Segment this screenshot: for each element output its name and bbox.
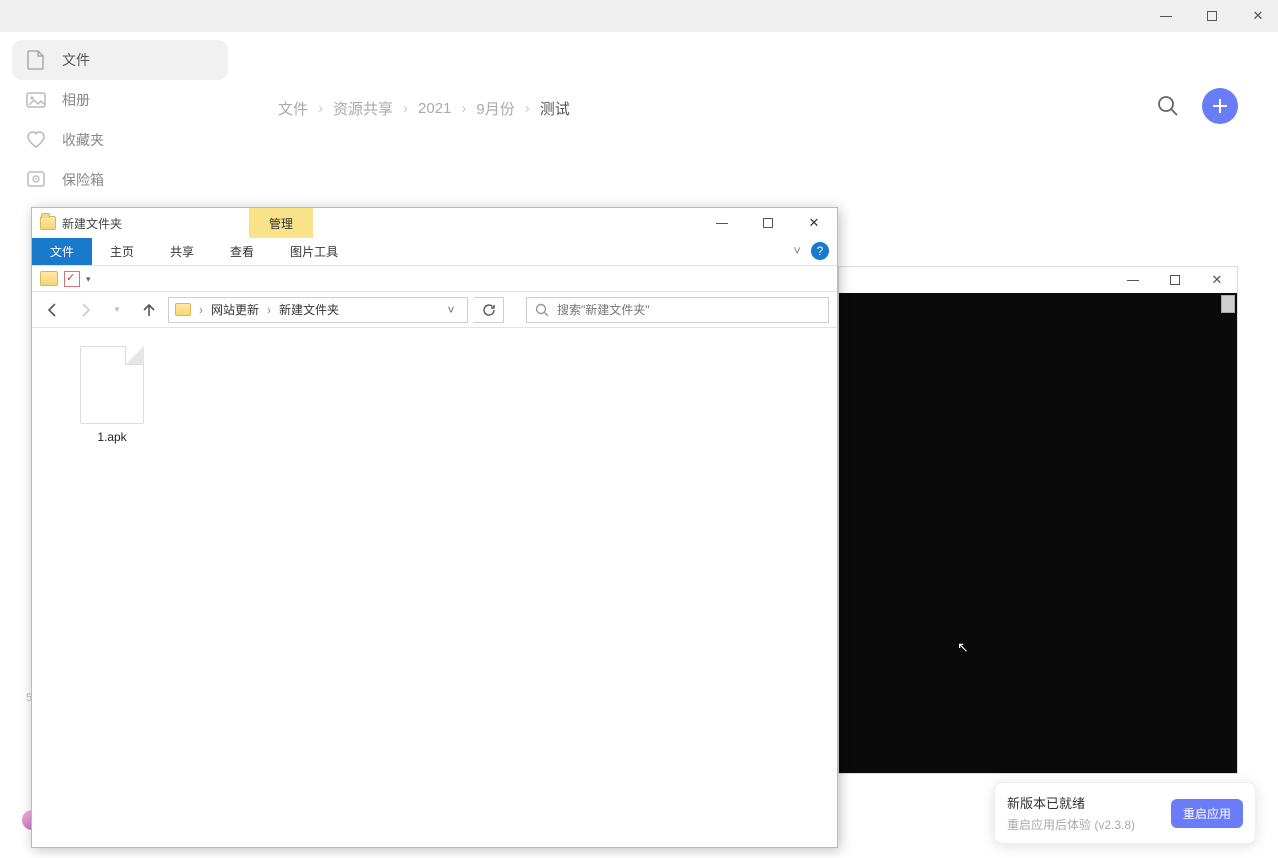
search-input[interactable] — [557, 303, 820, 317]
search-icon — [1157, 95, 1179, 117]
properties-icon[interactable] — [64, 271, 80, 287]
explorer-titlebar[interactable]: 新建文件夹 — [32, 208, 837, 238]
sidebar-item-label: 相册 — [62, 90, 90, 110]
context-tab-manage[interactable]: 管理 — [249, 208, 313, 238]
address-bar[interactable]: › 网站更新 › 新建文件夹 ˅ — [168, 297, 468, 323]
restart-app-button[interactable]: 重启应用 — [1171, 799, 1243, 828]
ribbon-collapse-button[interactable]: ˅ — [793, 243, 801, 265]
arrow-left-icon — [45, 302, 61, 318]
sidebar-item-label: 文件 — [62, 50, 90, 70]
ribbon-tab-picture-tools[interactable]: 图片工具 — [272, 238, 356, 265]
toast-title: 新版本已就绪 — [1007, 793, 1171, 812]
breadcrumb-item[interactable]: 测试 — [540, 98, 570, 119]
sidebar-item-label: 收藏夹 — [62, 130, 104, 150]
nav-back-button[interactable] — [40, 297, 66, 323]
nav-recent-dropdown[interactable]: ▾ — [104, 297, 130, 323]
terminal-minimize-button[interactable] — [1123, 270, 1143, 290]
generic-file-icon — [80, 346, 144, 424]
breadcrumb-item[interactable]: 资源共享 — [333, 98, 393, 119]
terminal-body[interactable]: ↖ — [839, 293, 1237, 773]
window-close-button[interactable] — [1246, 4, 1270, 28]
file-icon — [26, 50, 46, 70]
window-maximize-button[interactable] — [1200, 4, 1224, 28]
ribbon-tabs: 文件 主页 共享 查看 图片工具 ˅ ? — [32, 238, 837, 266]
refresh-button[interactable] — [474, 297, 504, 323]
file-area[interactable]: 1.apk — [32, 330, 837, 847]
add-button[interactable] — [1202, 88, 1238, 124]
breadcrumb-item[interactable]: 2021 — [418, 100, 451, 117]
chevron-right-icon: › — [267, 303, 271, 317]
chevron-down-icon: ▾ — [115, 304, 120, 315]
qat-dropdown[interactable]: ▾ — [86, 272, 91, 285]
breadcrumb: 文件 › 资源共享 › 2021 › 9月份 › 测试 — [278, 92, 570, 124]
update-toast: 新版本已就绪 重启应用后体验 (v2.3.8) 重启应用 — [994, 782, 1256, 844]
chevron-right-icon: › — [318, 100, 323, 117]
arrow-right-icon — [77, 302, 93, 318]
address-dropdown[interactable]: ˅ — [441, 303, 461, 317]
explorer-window: 新建文件夹 管理 文件 主页 共享 查看 图片工具 ˅ ? ▾ ▾ — [31, 207, 838, 848]
app-titlebar — [0, 0, 1278, 32]
explorer-close-button[interactable] — [791, 208, 837, 238]
terminal-maximize-button[interactable] — [1165, 270, 1185, 290]
sidebar-item-safebox[interactable]: 保险箱 — [12, 160, 228, 200]
cursor-icon: ↖ — [957, 639, 969, 656]
heart-icon — [26, 130, 46, 150]
maximize-icon — [1207, 11, 1217, 21]
terminal-titlebar[interactable] — [839, 267, 1237, 293]
explorer-title: 新建文件夹 — [62, 215, 122, 232]
refresh-icon — [482, 303, 496, 317]
ribbon-tab-home[interactable]: 主页 — [92, 238, 152, 265]
minimize-icon — [716, 223, 728, 224]
ribbon-tab-view[interactable]: 查看 — [212, 238, 272, 265]
maximize-icon — [763, 218, 773, 228]
window-minimize-button[interactable] — [1154, 4, 1178, 28]
nav-up-button[interactable] — [136, 297, 162, 323]
explorer-maximize-button[interactable] — [745, 208, 791, 238]
search-button[interactable] — [1152, 90, 1184, 122]
minimize-icon — [1127, 280, 1139, 281]
chevron-right-icon: › — [199, 303, 203, 317]
safe-icon — [26, 170, 46, 190]
album-icon — [26, 90, 46, 110]
arrow-up-icon — [141, 302, 157, 318]
sidebar-item-label: 保险箱 — [62, 170, 104, 190]
sidebar-item-files[interactable]: 文件 — [12, 40, 228, 80]
maximize-icon — [1170, 275, 1180, 285]
file-label: 1.apk — [64, 430, 160, 444]
header-actions — [1152, 88, 1238, 124]
minimize-icon — [1160, 16, 1172, 17]
folder-icon — [40, 216, 56, 230]
search-box[interactable] — [526, 297, 829, 323]
folder-icon — [175, 303, 191, 316]
chevron-right-icon: › — [525, 100, 530, 117]
chevron-right-icon: › — [461, 100, 466, 117]
nav-forward-button[interactable] — [72, 297, 98, 323]
cloud-sidebar: 文件 相册 收藏夹 保险箱 — [12, 40, 228, 200]
file-item[interactable]: 1.apk — [64, 346, 160, 444]
help-icon[interactable]: ? — [811, 242, 829, 260]
address-segment[interactable]: 网站更新 — [211, 301, 259, 318]
ribbon-tab-file[interactable]: 文件 — [32, 238, 92, 265]
breadcrumb-item[interactable]: 文件 — [278, 98, 308, 119]
explorer-minimize-button[interactable] — [699, 208, 745, 238]
folder-icon[interactable] — [40, 271, 58, 286]
toast-subtitle: 重启应用后体验 (v2.3.8) — [1007, 816, 1171, 833]
quick-access-toolbar: ▾ — [32, 266, 837, 292]
breadcrumb-item[interactable]: 9月份 — [476, 98, 514, 119]
sidebar-item-favorites[interactable]: 收藏夹 — [12, 120, 228, 160]
nav-row: ▾ › 网站更新 › 新建文件夹 ˅ — [32, 292, 837, 328]
scrollbar-thumb[interactable] — [1221, 295, 1235, 313]
terminal-window: ↖ — [838, 266, 1238, 774]
sidebar-item-album[interactable]: 相册 — [12, 80, 228, 120]
address-segment[interactable]: 新建文件夹 — [279, 301, 339, 318]
chevron-right-icon: › — [403, 100, 408, 117]
terminal-close-button[interactable] — [1207, 270, 1227, 290]
plus-icon — [1212, 98, 1228, 114]
search-icon — [535, 303, 549, 317]
ribbon-tab-share[interactable]: 共享 — [152, 238, 212, 265]
